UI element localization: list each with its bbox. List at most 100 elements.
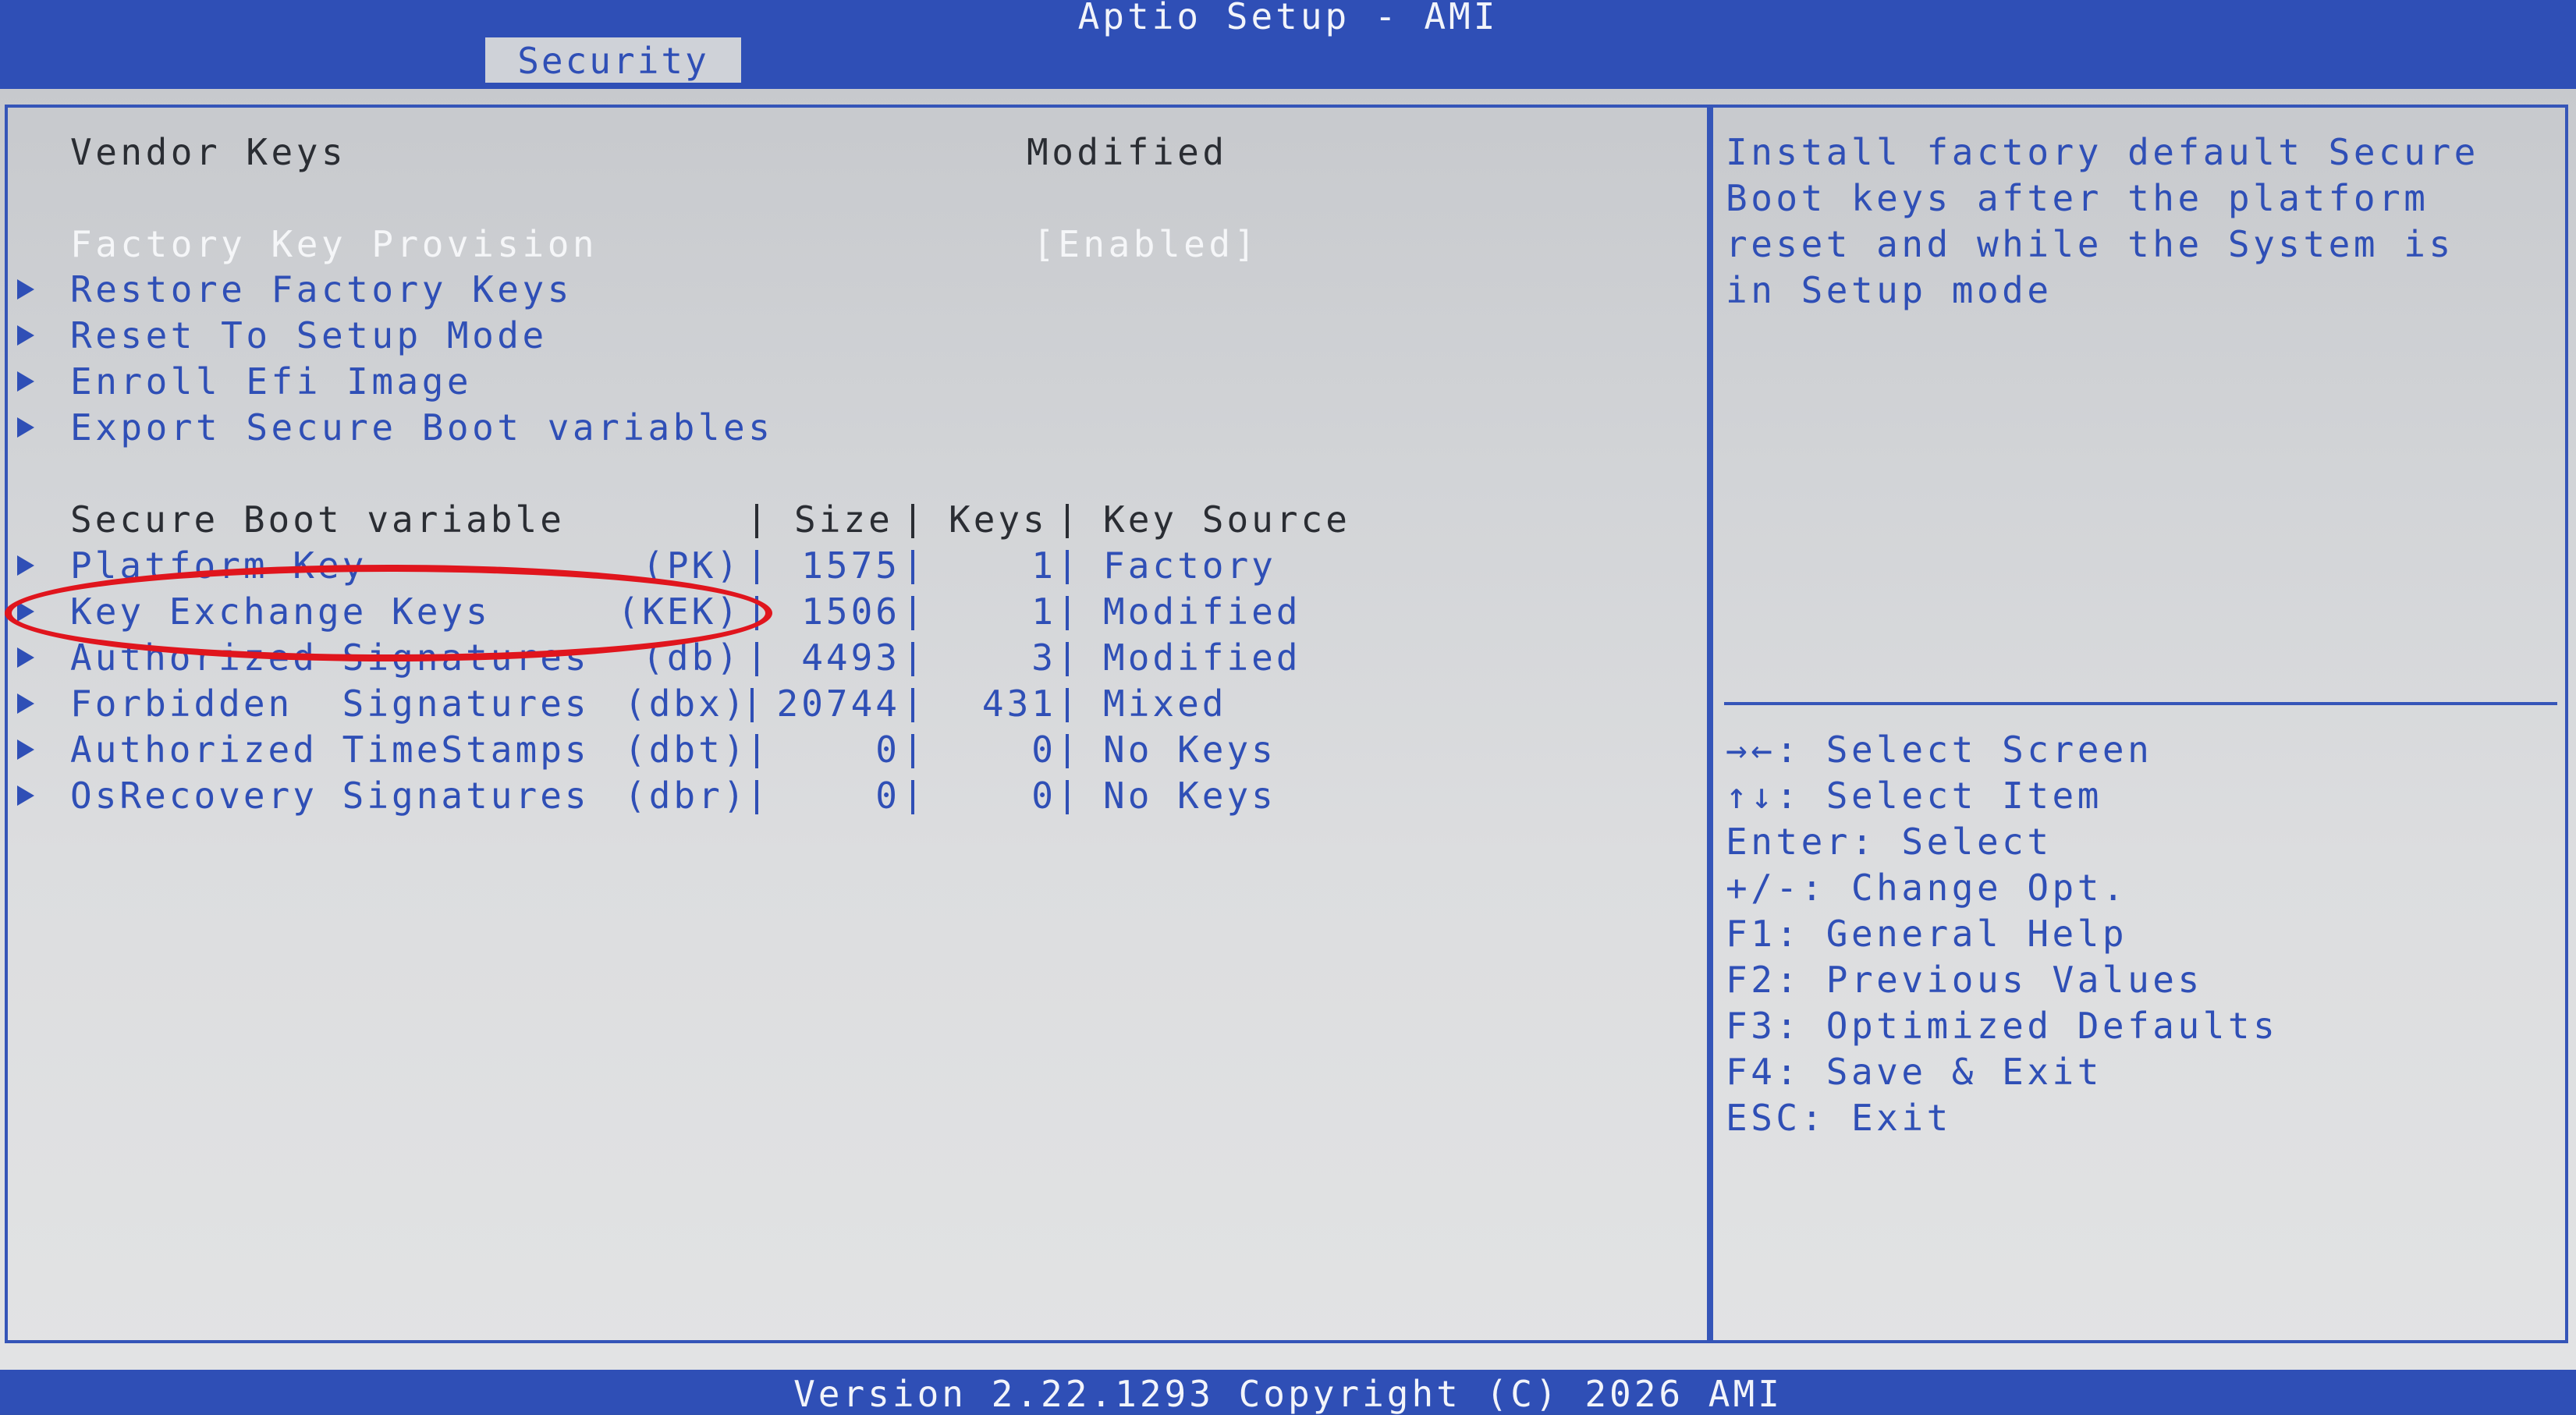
key-help-text: : Save & Exit [1776, 1051, 2102, 1093]
row-key-source: Modified [1103, 590, 1301, 633]
key-help-keys: F2 [1726, 959, 1776, 1001]
row-key-source: No Keys [1103, 775, 1276, 817]
row-key-source: Factory [1103, 544, 1276, 587]
header-key-source: Key Source [1103, 498, 1350, 541]
key-help-text: : Select Item [1776, 775, 2102, 817]
column-separator [1066, 550, 1069, 584]
submenu-arrow-icon [17, 647, 34, 668]
tab-security[interactable]: Security [485, 37, 741, 83]
key-help-select-screen: →←: Select Screen [1726, 727, 2152, 772]
key-help-text: : Select [1850, 821, 2053, 863]
submenu-arrow-icon [17, 417, 34, 438]
submenu-arrow-icon [17, 693, 34, 714]
help-divider [1724, 702, 2557, 705]
column-separator [1066, 780, 1069, 814]
version-footer: Version 2.22.1293 Copyright (C) 2026 AMI [793, 1373, 1783, 1415]
column-separator [755, 504, 758, 538]
column-separator [755, 734, 758, 768]
key-help-keys: F1 [1726, 913, 1776, 955]
submenu-arrow-icon [17, 739, 34, 760]
annotation-oval [5, 565, 772, 661]
key-help-select-item: ↑↓: Select Item [1726, 773, 2102, 818]
key-help-text: : Exit [1801, 1097, 1952, 1139]
column-separator [1066, 688, 1069, 722]
column-separator [911, 780, 914, 814]
row-size: 1506 [801, 590, 900, 633]
key-help-esc: ESC: Exit [1726, 1095, 1952, 1140]
row-variable-abbr: (dbx) [624, 683, 748, 725]
row-keys: 0 [1031, 729, 1056, 771]
menu-item-label: Restore Factory Keys [70, 268, 573, 310]
help-line: Boot keys after the platform [1726, 177, 2429, 219]
column-separator [1066, 642, 1069, 676]
factory-key-provision-label[interactable]: Factory Key Provision [70, 222, 598, 267]
header-variable: Secure Boot variable [70, 498, 565, 541]
row-variable-name: Forbidden Signatures [70, 683, 590, 725]
column-separator [755, 550, 758, 584]
row-keys: 3 [1031, 637, 1056, 679]
help-line: Install factory default Secure [1726, 131, 2479, 173]
column-separator [911, 596, 914, 630]
row-key-source: No Keys [1103, 729, 1276, 771]
column-separator [1066, 504, 1069, 538]
key-help-text: : Previous Values [1776, 959, 2203, 1001]
key-help-keys: +/- [1726, 867, 1801, 909]
key-help-enter: Enter: Select [1726, 819, 2053, 864]
key-help-keys: ↑↓ [1726, 775, 1776, 817]
column-separator [911, 734, 914, 768]
menu-item-label: Export Secure Boot variables [70, 406, 774, 449]
key-help-f4: F4: Save & Exit [1726, 1049, 2102, 1094]
help-line: in Setup mode [1726, 269, 2053, 311]
column-separator [911, 642, 914, 676]
key-help-f1: F1: General Help [1726, 911, 2127, 956]
key-help-text: : Optimized Defaults [1776, 1005, 2279, 1047]
key-help-change-opt: +/-: Change Opt. [1726, 865, 2127, 910]
row-size: 4493 [801, 637, 900, 679]
row-variable-name: OsRecovery Signatures [70, 775, 590, 817]
column-separator [911, 550, 914, 584]
row-key-source: Modified [1103, 637, 1301, 679]
key-help-keys: F3 [1726, 1005, 1776, 1047]
row-size: 0 [875, 775, 900, 817]
column-separator [755, 642, 758, 676]
row-keys: 1 [1031, 590, 1056, 633]
header-size: Size [794, 498, 893, 541]
help-line: reset and while the System is [1726, 223, 2454, 265]
menu-item-label: Enroll Efi Image [70, 360, 473, 403]
row-keys: 431 [981, 683, 1056, 725]
row-variable-name: Authorized TimeStamps [70, 729, 590, 771]
key-help-text: : Change Opt. [1801, 867, 2128, 909]
submenu-arrow-icon [17, 279, 34, 300]
column-separator [755, 780, 758, 814]
key-help-f2: F2: Previous Values [1726, 957, 2203, 1002]
row-size: 0 [875, 729, 900, 771]
key-help-text: : Select Screen [1776, 729, 2153, 771]
key-help-keys: Enter [1726, 821, 1851, 863]
row-variable-abbr: (dbt) [624, 729, 748, 771]
column-separator [911, 688, 914, 722]
submenu-arrow-icon [17, 555, 34, 576]
submenu-arrow-icon [17, 325, 34, 346]
key-help-keys: ESC [1726, 1097, 1801, 1139]
row-keys: 1 [1031, 544, 1056, 587]
row-keys: 0 [1031, 775, 1056, 817]
key-help-keys: →← [1726, 729, 1776, 771]
header-keys: Keys [949, 498, 1048, 541]
key-help-f3: F3: Optimized Defaults [1726, 1003, 2278, 1048]
menu-item-label: Reset To Setup Mode [70, 314, 548, 356]
row-key-source: Mixed [1103, 683, 1227, 725]
key-help-keys: F4 [1726, 1051, 1776, 1093]
submenu-arrow-icon [17, 371, 34, 392]
submenu-arrow-icon [17, 786, 34, 806]
key-help-text: : General Help [1776, 913, 2128, 955]
column-separator [911, 504, 914, 538]
row-size: 1575 [801, 544, 900, 587]
vendor-keys-label: Vendor Keys [70, 131, 347, 173]
column-separator [1066, 734, 1069, 768]
factory-key-provision-value[interactable]: [Enabled] [1033, 222, 1259, 267]
vendor-keys-value: Modified [1027, 131, 1228, 173]
column-separator [1066, 596, 1069, 630]
row-variable-abbr: (dbr) [624, 775, 748, 817]
row-size: 20744 [776, 683, 900, 725]
app-title: Aptio Setup - AMI [1077, 0, 1499, 37]
